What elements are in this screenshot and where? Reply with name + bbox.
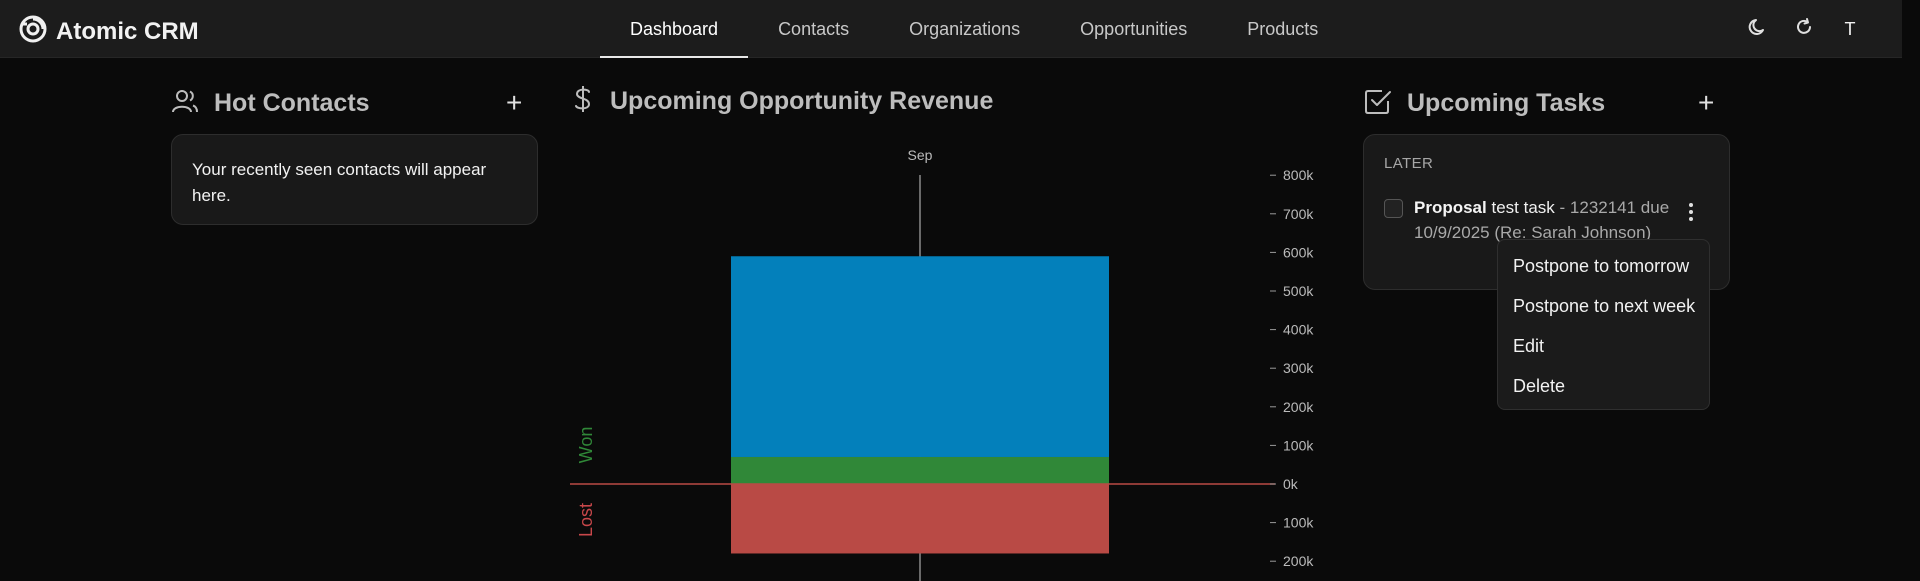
task-more-button[interactable] [1685,201,1697,223]
tab-opportunities[interactable]: Opportunities [1050,0,1217,58]
header-actions: T [1745,16,1863,42]
task-name: test task [1491,198,1555,217]
bar-lost [731,484,1109,554]
user-menu-button[interactable]: T [1837,16,1863,42]
hot-contacts-card: Your recently seen contacts will appear … [171,134,538,225]
main-nav: Dashboard Contacts Organizations Opportu… [600,0,1348,58]
y-tick-label: 200k [1283,553,1314,569]
tasks-header: Upcoming Tasks [1363,86,1605,121]
bar-won [731,456,1109,484]
x-tick-label: Sep [908,147,933,163]
y-tick-label: 300k [1283,360,1314,376]
y-tick-label: 400k [1283,322,1314,338]
task-separator: - [1554,198,1570,217]
tab-contacts[interactable]: Contacts [748,0,879,58]
menu-delete[interactable]: Delete [1498,366,1709,406]
side-label-lost: Lost [576,503,596,537]
tab-products[interactable]: Products [1217,0,1348,58]
checkbox-square-icon [1363,86,1393,121]
y-tick-label: 700k [1283,206,1314,222]
brand[interactable]: Atomic CRM [18,14,199,49]
y-tick-label: 100k [1283,437,1314,453]
task-group-label: LATER [1384,155,1434,172]
app-title: Atomic CRM [56,17,199,45]
y-tick-label: 100k [1283,515,1314,531]
top-bar: Atomic CRM Dashboard Contacts Organizati… [0,0,1902,58]
hot-contacts-empty-text: Your recently seen contacts will appear … [192,160,487,205]
tab-dashboard[interactable]: Dashboard [600,0,749,58]
revenue-chart: Sep 800k 700k 600k 500k 400k 300k 200k 100k 0k 100… [570,147,1314,581]
avatar: T [1844,18,1856,39]
y-tick-label: 200k [1283,399,1314,415]
refresh-icon [1794,17,1814,42]
dot-icon [1689,210,1693,214]
add-task-button[interactable]: + [1698,89,1714,117]
tab-organizations[interactable]: Organizations [879,0,1050,58]
dollar-icon [570,84,596,119]
add-contact-button[interactable]: + [506,89,522,117]
refresh-button[interactable] [1791,16,1817,42]
task-context-menu: Postpone to tomorrow Postpone to next we… [1497,239,1710,410]
dot-icon [1689,217,1693,221]
side-label-won: Won [576,427,596,464]
menu-postpone-next-week[interactable]: Postpone to next week [1498,286,1709,326]
dot-icon [1689,203,1693,207]
menu-postpone-tomorrow[interactable]: Postpone to tomorrow [1498,246,1709,286]
atomic-logo-icon [18,14,48,49]
task-checkbox[interactable] [1384,199,1403,218]
task-item[interactable]: Proposal test task - 1232141 due 10/9/20… [1414,195,1694,245]
bar-pending [731,256,1109,457]
theme-toggle-button[interactable] [1745,16,1771,42]
menu-edit[interactable]: Edit [1498,326,1709,366]
hot-contacts-title: Hot Contacts [214,89,370,117]
y-tick-label: 500k [1283,283,1314,299]
revenue-header: Upcoming Opportunity Revenue [570,84,993,119]
y-tick-label: 800k [1283,167,1314,183]
y-tick-label: 600k [1283,244,1314,260]
revenue-title: Upcoming Opportunity Revenue [610,87,994,115]
moon-icon [1748,17,1768,42]
hot-contacts-header: Hot Contacts [170,86,370,121]
y-tick-label: 0k [1283,476,1299,492]
users-icon [170,86,200,121]
task-type: Proposal [1414,198,1487,217]
tasks-title: Upcoming Tasks [1407,89,1606,117]
